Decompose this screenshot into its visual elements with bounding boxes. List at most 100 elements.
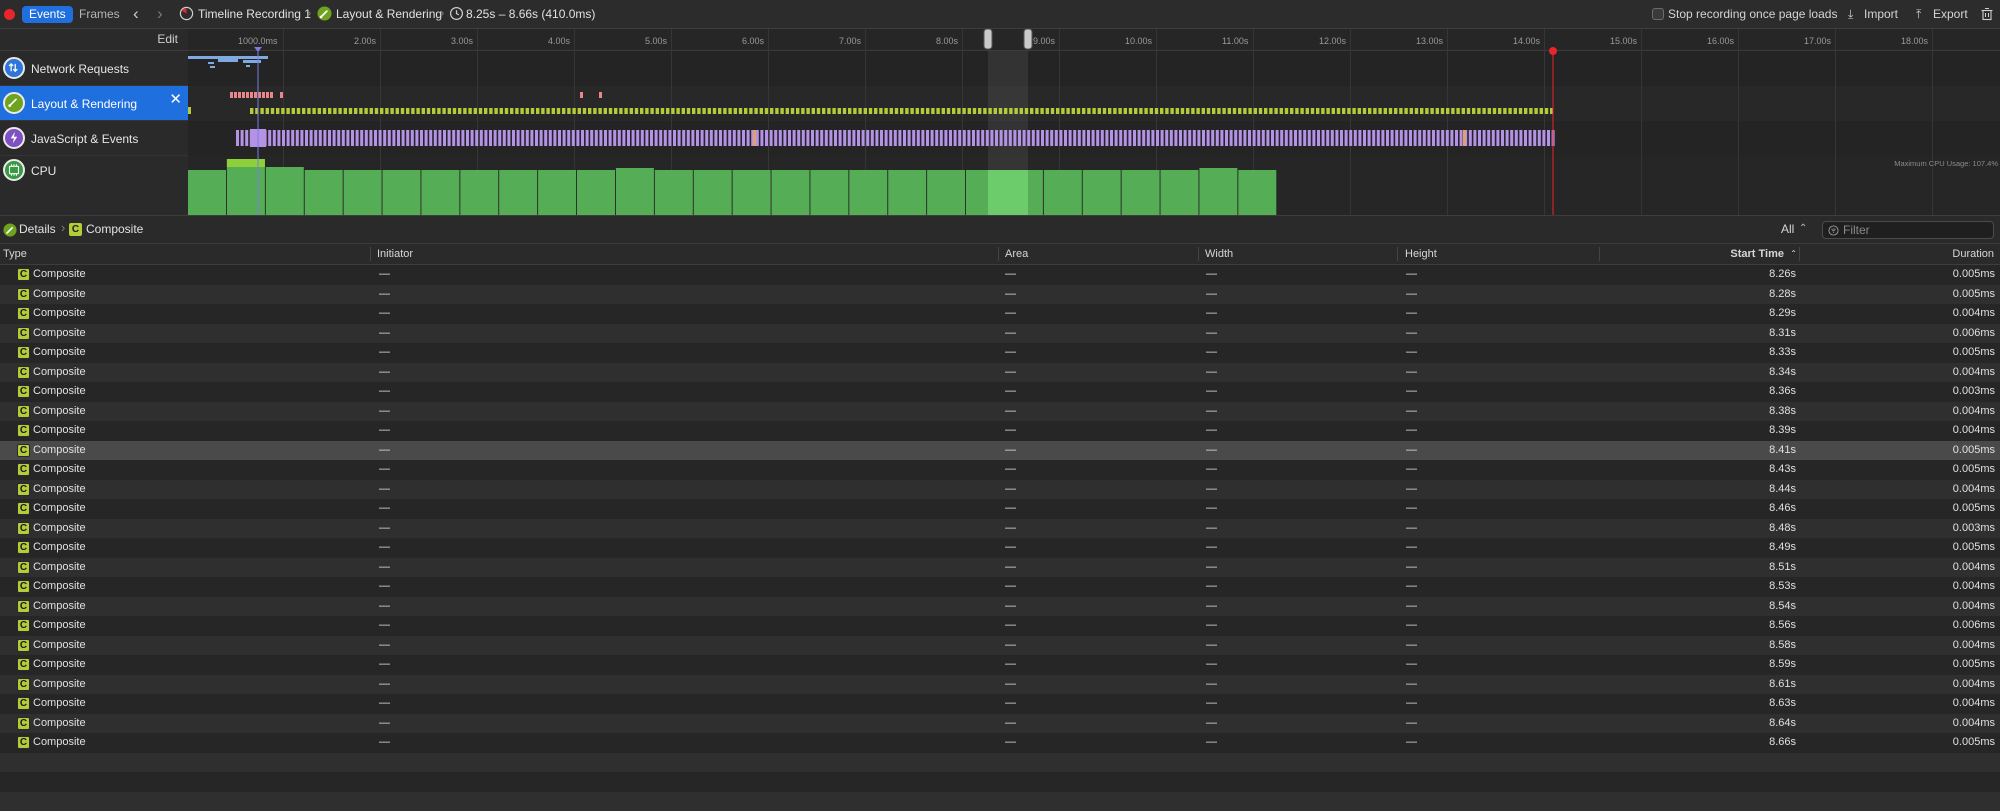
column-header-area[interactable]: Area [1005, 248, 1028, 260]
table-row[interactable]: CComposite————8.29s0.004ms [0, 304, 2000, 324]
composite-icon: C [17, 522, 30, 535]
table-row[interactable]: CComposite————8.58s0.004ms [0, 636, 2000, 656]
stop-recording-label[interactable]: Stop recording once page loads [1668, 6, 1837, 23]
cell-start-time: 8.41s [1769, 444, 1796, 456]
composite-icon: C [17, 307, 30, 320]
column-divider[interactable] [1397, 247, 1398, 261]
table-row[interactable]: CComposite————8.54s0.004ms [0, 597, 2000, 617]
table-row[interactable]: CComposite————8.41s0.005ms [0, 441, 2000, 461]
table-row[interactable]: CComposite————8.43s0.005ms [0, 460, 2000, 480]
cell-duration: 0.006ms [1953, 619, 1995, 631]
table-row[interactable]: CComposite————8.33s0.005ms [0, 343, 2000, 363]
table-row[interactable]: CComposite————8.56s0.006ms [0, 616, 2000, 636]
table-row[interactable]: CComposite————8.66s0.005ms [0, 733, 2000, 753]
cell-duration: 0.004ms [1953, 366, 1995, 378]
back-arrow-icon[interactable]: ‹ [133, 4, 139, 24]
selection-handle-end[interactable] [1024, 29, 1032, 49]
table-row[interactable]: CComposite————8.34s0.004ms [0, 363, 2000, 383]
table-row[interactable]: CComposite————8.44s0.004ms [0, 480, 2000, 500]
cell-width: — [1206, 307, 1217, 319]
filter-input[interactable] [1843, 223, 1988, 237]
column-divider[interactable] [998, 247, 999, 261]
events-table-body: CComposite————8.26s0.005ms CComposite————… [0, 265, 2000, 803]
timeline-graph[interactable]: Maximum CPU Usage: 107.4% [188, 29, 2000, 215]
trash-icon[interactable] [1980, 7, 1994, 21]
table-row[interactable]: CComposite————8.38s0.004ms [0, 402, 2000, 422]
cell-duration: 0.004ms [1953, 424, 1995, 436]
table-row[interactable]: CComposite————8.64s0.004ms [0, 714, 2000, 734]
table-row[interactable]: CComposite————8.61s0.004ms [0, 675, 2000, 695]
details-breadcrumb-composite[interactable]: Composite [86, 221, 143, 238]
chevron-updown-icon[interactable]: ⌃ [1799, 220, 1807, 237]
cell-initiator: — [379, 541, 390, 553]
table-row[interactable]: CComposite————8.31s0.006ms [0, 324, 2000, 344]
close-icon[interactable]: ✕ [169, 90, 182, 108]
cell-initiator: — [379, 288, 390, 300]
cell-area: — [1005, 327, 1016, 339]
table-row[interactable]: CComposite————8.59s0.005ms [0, 655, 2000, 675]
cell-initiator: — [379, 346, 390, 358]
track-label: Network Requests [31, 62, 129, 76]
track-network-requests[interactable]: Network Requests [0, 51, 188, 86]
tab-frames[interactable]: Frames [72, 6, 127, 23]
forward-arrow-icon[interactable]: › [157, 4, 163, 24]
composite-icon: C [17, 483, 30, 496]
column-divider[interactable] [370, 247, 371, 261]
table-row[interactable]: CComposite————8.53s0.004ms [0, 577, 2000, 597]
filter-field[interactable] [1822, 221, 1994, 239]
paintbrush-icon [3, 223, 17, 237]
cell-area: — [1005, 736, 1016, 748]
export-icon[interactable]: ⤒ [1916, 7, 1921, 22]
breadcrumb-time-range[interactable]: 8.25s – 8.66s (410.0ms) [466, 6, 595, 23]
column-header-initiator[interactable]: Initiator [377, 248, 413, 260]
cell-initiator: — [379, 307, 390, 319]
details-navigation-bar: Details › C Composite All ⌃ [0, 215, 2000, 244]
track-javascript-events[interactable]: JavaScript & Events [0, 121, 188, 156]
record-button[interactable] [4, 9, 15, 20]
column-header-type[interactable]: Type [3, 248, 27, 260]
table-row[interactable]: CComposite————8.39s0.004ms [0, 421, 2000, 441]
table-row[interactable]: CComposite————8.28s0.005ms [0, 285, 2000, 305]
column-divider[interactable] [1198, 247, 1199, 261]
export-button[interactable]: Export [1933, 6, 1968, 23]
cell-initiator: — [379, 619, 390, 631]
import-button[interactable]: Import [1864, 6, 1898, 23]
stop-recording-checkbox[interactable] [1652, 8, 1664, 20]
column-header-width[interactable]: Width [1205, 248, 1233, 260]
cell-area: — [1005, 483, 1016, 495]
table-row[interactable]: CComposite————8.49s0.005ms [0, 538, 2000, 558]
cell-area: — [1005, 717, 1016, 729]
breadcrumb-layout-rendering[interactable]: Layout & Rendering [336, 6, 442, 23]
paintbrush-icon [317, 6, 332, 21]
table-row[interactable]: CComposite————8.48s0.003ms [0, 519, 2000, 539]
table-row[interactable]: CComposite————8.26s0.005ms [0, 265, 2000, 285]
column-header-start-time[interactable]: Start Time [1730, 248, 1784, 260]
track-cpu[interactable]: CPU [0, 156, 188, 215]
cell-area: — [1005, 405, 1016, 417]
scope-select[interactable]: All [1781, 221, 1794, 238]
cell-height: — [1406, 483, 1417, 495]
breadcrumb-recording[interactable]: Timeline Recording 1 [198, 6, 311, 23]
cell-area: — [1005, 288, 1016, 300]
table-row[interactable]: CComposite————8.46s0.005ms [0, 499, 2000, 519]
details-breadcrumb-details[interactable]: Details [19, 221, 56, 238]
cell-start-time: 8.43s [1769, 463, 1796, 475]
column-divider[interactable] [1599, 247, 1600, 261]
column-header-height[interactable]: Height [1405, 248, 1437, 260]
column-header-duration[interactable]: Duration [1952, 248, 1994, 260]
cell-height: — [1406, 561, 1417, 573]
composite-icon: C [17, 619, 30, 632]
selection-handle-start[interactable] [984, 29, 992, 49]
table-row[interactable]: CComposite————8.36s0.003ms [0, 382, 2000, 402]
table-row[interactable]: CComposite————8.63s0.004ms [0, 694, 2000, 714]
network-arrows-icon [3, 57, 25, 79]
table-row[interactable]: CComposite————8.51s0.004ms [0, 558, 2000, 578]
edit-button[interactable]: Edit [157, 32, 178, 46]
tab-events[interactable]: Events [22, 6, 73, 23]
cell-width: — [1206, 658, 1217, 670]
column-divider[interactable] [1799, 247, 1800, 261]
recording-end-handle-icon[interactable] [1549, 47, 1557, 55]
cell-height: — [1406, 522, 1417, 534]
import-icon[interactable]: ⤓ [1848, 7, 1853, 22]
track-layout-rendering[interactable]: Layout & Rendering ✕ [0, 86, 188, 121]
